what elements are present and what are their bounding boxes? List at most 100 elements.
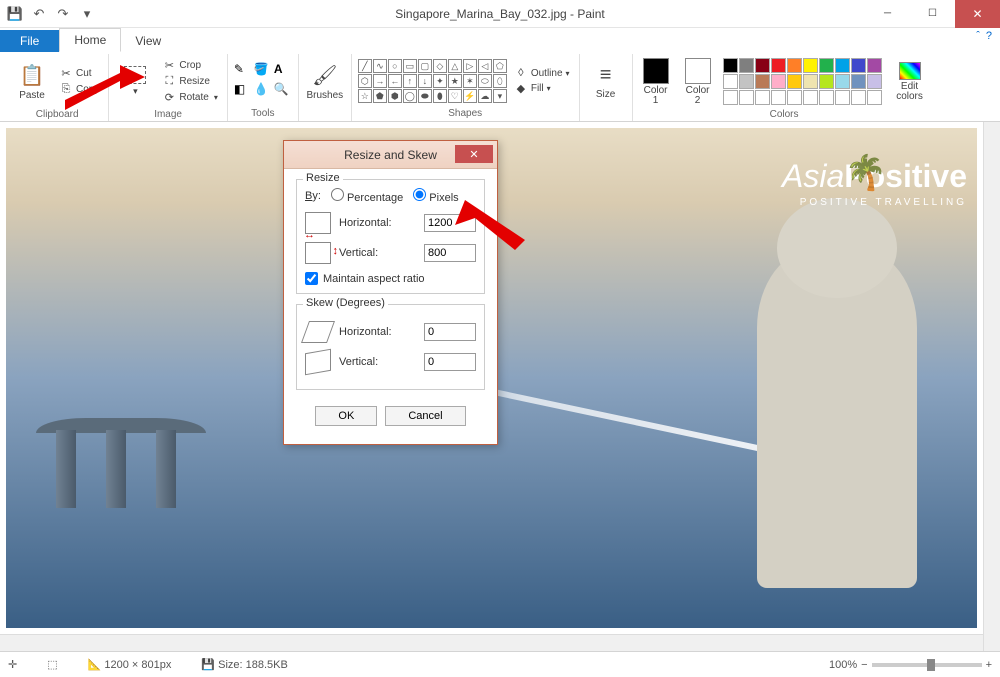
fill-dropdown[interactable]: ◆Fill▾ — [511, 81, 573, 96]
color-swatch[interactable] — [851, 74, 866, 89]
zoom-value: 100% — [829, 659, 857, 671]
minimize-button[interactable]: ─ — [865, 0, 910, 28]
color2-button[interactable]: Color 2 — [681, 54, 715, 109]
skew-legend: Skew (Degrees) — [303, 297, 388, 309]
color-swatch[interactable] — [835, 58, 850, 73]
color-swatch[interactable] — [851, 58, 866, 73]
colors-label: Colors — [770, 109, 799, 122]
help-icon[interactable]: ? — [986, 30, 992, 42]
color-swatch[interactable] — [755, 90, 770, 105]
color-swatch[interactable] — [803, 90, 818, 105]
resize-icon: ⛶ — [162, 75, 176, 88]
cancel-button[interactable]: Cancel — [385, 406, 465, 426]
shapes-gallery[interactable]: ╱∿○▭▢◇△▷◁⬠ ⬡→←↑↓✦★✶⬭⬯ ☆⬟⬢◯⬬⬮♡⚡☁▾ — [358, 59, 507, 103]
vertical-scrollbar[interactable] — [983, 122, 1000, 651]
percentage-radio[interactable]: Percentage — [331, 188, 403, 204]
close-button[interactable]: ✕ — [955, 0, 1000, 28]
outline-dropdown[interactable]: ◊Outline▾ — [511, 66, 573, 80]
color-swatch[interactable] — [867, 90, 882, 105]
rotate-button[interactable]: ⟳Rotate▾ — [159, 90, 220, 105]
text-tool[interactable]: A — [274, 62, 292, 80]
dialog-titlebar[interactable]: Resize and Skew ✕ — [284, 141, 497, 169]
zoom-in-button[interactable]: + — [986, 659, 992, 671]
color-swatch[interactable] — [867, 58, 882, 73]
dialog-close-button[interactable]: ✕ — [455, 145, 493, 163]
fill-tool[interactable]: 🪣 — [254, 62, 272, 80]
skew-vertical-icon — [305, 349, 331, 376]
maintain-aspect-checkbox[interactable]: Maintain aspect ratio — [305, 272, 476, 285]
color-swatch[interactable] — [835, 90, 850, 105]
size-icon: ≡ — [600, 64, 612, 87]
color-swatch[interactable] — [755, 58, 770, 73]
resize-button[interactable]: ⛶Resize — [159, 74, 220, 89]
skew-horizontal-input[interactable] — [424, 323, 476, 341]
size-group: ≡ Size — [580, 54, 633, 121]
color-swatch[interactable] — [851, 90, 866, 105]
annotation-arrow-pixels — [455, 200, 525, 255]
color1-well — [643, 58, 669, 84]
color-swatch[interactable] — [723, 90, 738, 105]
color-swatch[interactable] — [739, 58, 754, 73]
color-swatch[interactable] — [803, 74, 818, 89]
size-button[interactable]: ≡ Size — [586, 54, 626, 109]
minimize-ribbon-icon[interactable]: ˆ — [976, 30, 980, 42]
zoom-out-button[interactable]: − — [861, 659, 867, 671]
cursor-position-icon: ✛ — [8, 658, 17, 671]
qat-dropdown-icon[interactable]: ▾ — [76, 3, 98, 25]
resize-skew-dialog: Resize and Skew ✕ Resize By: Percentage … — [283, 140, 498, 445]
outline-icon: ◊ — [514, 67, 528, 79]
tools-group: ✎ 🪣 A ◧ 💧 🔍 Tools — [228, 54, 299, 121]
color-swatch[interactable] — [723, 58, 738, 73]
zoom-slider[interactable] — [872, 663, 982, 667]
crop-button[interactable]: ✂Crop — [159, 58, 220, 73]
magnifier-tool[interactable]: 🔍 — [274, 82, 292, 100]
color-swatch[interactable] — [771, 58, 786, 73]
color-swatch[interactable] — [755, 74, 770, 89]
skew-horizontal-label: Horizontal: — [339, 326, 416, 338]
color-swatch[interactable] — [835, 74, 850, 89]
edit-colors-button[interactable]: Edit colors — [890, 54, 930, 109]
ok-button[interactable]: OK — [315, 406, 377, 426]
paste-label: Paste — [19, 90, 45, 101]
color-swatch[interactable] — [803, 58, 818, 73]
color-swatch[interactable] — [771, 74, 786, 89]
color-swatch[interactable] — [819, 74, 834, 89]
skew-horizontal-icon — [301, 321, 335, 343]
color-swatch[interactable] — [819, 90, 834, 105]
horizontal-scrollbar[interactable] — [0, 634, 983, 651]
color-swatch[interactable] — [771, 90, 786, 105]
crop-icon: ✂ — [162, 59, 176, 72]
color-swatch[interactable] — [739, 90, 754, 105]
window-title: Singapore_Marina_Bay_032.jpg - Paint — [0, 7, 1000, 21]
vertical-icon — [305, 242, 331, 264]
paste-button[interactable]: 📋 Paste — [12, 54, 52, 109]
pencil-tool[interactable]: ✎ — [234, 62, 252, 80]
color-swatch[interactable] — [867, 74, 882, 89]
color-swatch[interactable] — [787, 74, 802, 89]
redo-icon[interactable]: ↷ — [52, 3, 74, 25]
color-swatch[interactable] — [787, 90, 802, 105]
paste-icon: 📋 — [20, 63, 45, 88]
undo-icon[interactable]: ↶ — [28, 3, 50, 25]
skew-fieldset: Skew (Degrees) Horizontal: Vertical: — [296, 304, 485, 390]
brush-icon: 🖌 — [312, 63, 337, 88]
color-swatch[interactable] — [819, 58, 834, 73]
color-swatch[interactable] — [739, 74, 754, 89]
colors-group: Color 1 Color 2 Edit colors Colors — [633, 54, 936, 121]
picker-tool[interactable]: 💧 — [254, 82, 272, 100]
view-tab[interactable]: View — [121, 30, 175, 52]
maximize-button[interactable]: ☐ — [910, 0, 955, 28]
color-palette[interactable] — [723, 58, 882, 105]
color-swatch[interactable] — [723, 74, 738, 89]
color1-button[interactable]: Color 1 — [639, 54, 673, 109]
eraser-tool[interactable]: ◧ — [234, 82, 252, 100]
save-icon[interactable]: 💾 — [4, 3, 26, 25]
pixels-radio[interactable]: Pixels — [413, 188, 458, 204]
zoom-control: 100% − + — [829, 659, 992, 671]
brushes-button[interactable]: 🖌 Brushes — [305, 54, 345, 109]
color-swatch[interactable] — [787, 58, 802, 73]
canvas-dimensions: 📐 1200 × 801px — [88, 658, 172, 671]
file-tab[interactable]: File — [0, 30, 59, 52]
home-tab[interactable]: Home — [59, 28, 121, 52]
skew-vertical-input[interactable] — [424, 353, 476, 371]
